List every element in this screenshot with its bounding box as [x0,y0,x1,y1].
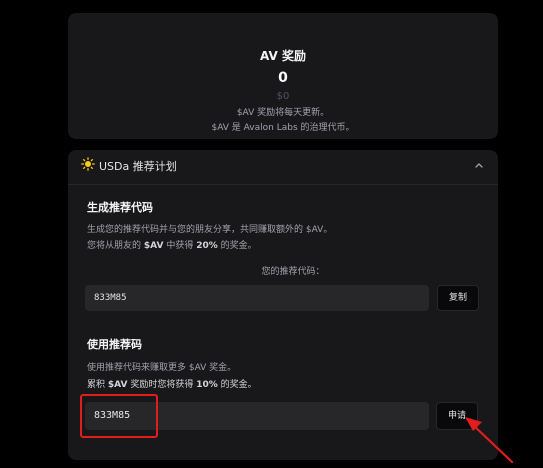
referral-program-header[interactable]: USDa 推荐计划 [68,150,498,185]
reward-note-governance: $AV 是 Avalon Labs 的治理代币。 [211,123,355,133]
highlight-box-annotation [80,394,158,438]
sun-icon [81,157,95,171]
page: AV 奖励 0 $0 $AV 奖励将每天更新。 $AV 是 Avalon Lab… [0,0,543,468]
arrow-annotation-icon [465,417,514,464]
use-code-desc: 使用推荐代码来赚取更多 $AV 奖金。 [87,363,237,373]
reward-note-update: $AV 奖励将每天更新。 [236,108,330,118]
av-reward-card: AV 奖励 0 $0 $AV 奖励将每天更新。 $AV 是 Avalon Lab… [68,13,498,139]
copy-button[interactable]: 复制 [437,285,479,311]
generate-code-bonus: 您将从朋友的 $AV 中获得 20% 的奖金。 [87,241,257,251]
use-code-bonus: 累积 $AV 奖励时您将获得 10% 的奖金。 [87,380,257,390]
generate-code-title: 生成推荐代码 [87,201,153,214]
chevron-up-icon[interactable] [474,160,484,170]
reward-amount: 0 [278,70,288,86]
referral-code-display: 833M85 [85,285,429,311]
referral-code-label: 您的推荐代码： [261,267,325,277]
referral-program-title: USDa 推荐计划 [99,160,177,173]
reward-usd-value: $0 [276,91,290,102]
use-code-title: 使用推荐码 [87,338,142,351]
generate-code-desc: 生成您的推荐代码并与您的朋友分享，共同赚取额外的 $AV。 [87,225,333,235]
reward-title: AV 奖励 [260,49,306,63]
